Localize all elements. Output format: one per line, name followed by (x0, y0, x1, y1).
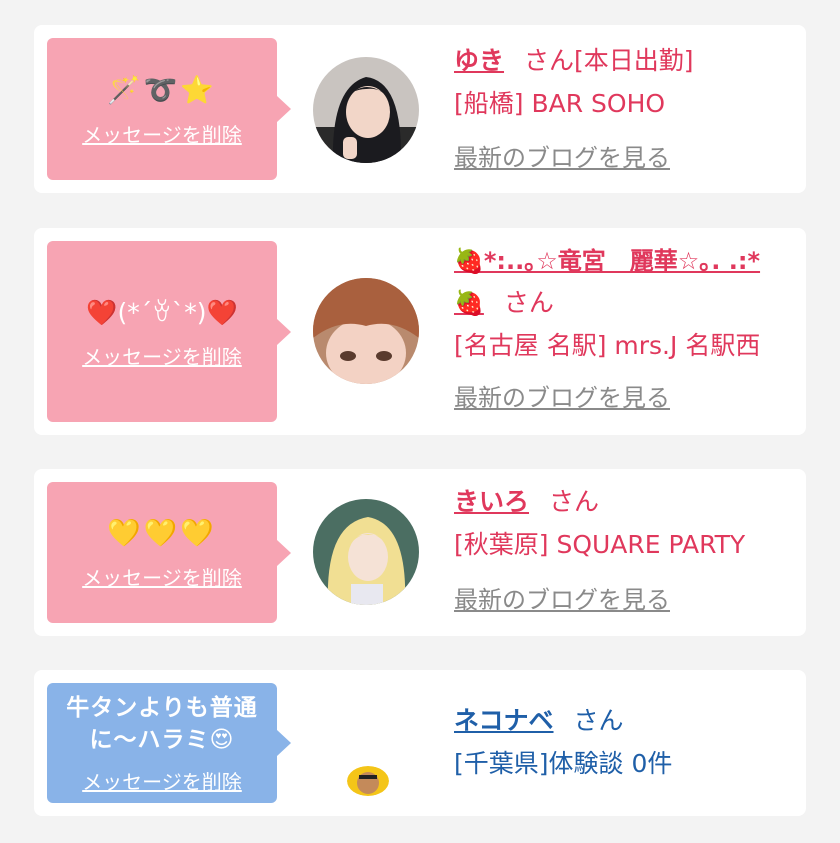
cast-info: きいろ さん [秋葉原] SQUARE PARTY 最新のブログを見る (454, 480, 796, 622)
shop-label: [船橋] BAR SOHO (454, 89, 666, 118)
message-bubble: 💛💛💛 メッセージを削除 (47, 482, 291, 623)
message-bubble: ❤️(*´ꈊ`*)❤️ メッセージを削除 (47, 241, 291, 422)
attendance-status: [本日出勤] (574, 46, 694, 75)
message-text: 🪄➰⭐ (107, 74, 217, 106)
shop-label: [秋葉原] SQUARE PARTY (454, 530, 746, 559)
cast-name-link[interactable]: 🍓*:..｡☆竜宮 麗華☆｡. .:*🍓 (454, 247, 760, 317)
avatar-photo (313, 278, 419, 384)
message-card: 🪄➰⭐ メッセージを削除 ゆき さん[本日出勤] [船橋] BAR SOHO 最新… (34, 25, 806, 193)
avatar[interactable] (347, 766, 389, 796)
message-card: ❤️(*´ꈊ`*)❤️ メッセージを削除 🍓*:..｡☆竜宮 麗華☆｡. .:*… (34, 228, 806, 435)
message-text-line2: に〜ハラミ😍 (89, 726, 235, 753)
message-text: ❤️(*´ꈊ`*)❤️ (86, 298, 238, 327)
message-card: 💛💛💛 メッセージを削除 きいろ さん [秋葉原] SQUARE PARTY 最新… (34, 469, 806, 636)
honorific: さん (573, 706, 624, 735)
blog-link[interactable]: 最新のブログを見る (454, 137, 670, 180)
avatar[interactable] (313, 278, 419, 384)
message-bubble: 🪄➰⭐ メッセージを削除 (47, 38, 291, 180)
cast-info: ゆき さん[本日出勤] [船橋] BAR SOHO 最新のブログを見る (454, 39, 796, 180)
avatar-photo (313, 499, 419, 605)
cast-info: 🍓*:..｡☆竜宮 麗華☆｡. .:*🍓 さん [名古屋 名駅] mrs.J 名駅… (454, 240, 796, 420)
cast-info: ネコナベ さん [千葉県]体験談 0件 (454, 699, 796, 785)
avatar[interactable] (313, 57, 419, 163)
honorific: さん (549, 487, 600, 516)
blog-link[interactable]: 最新のブログを見る (454, 377, 670, 420)
message-text-line1: 牛タンよりも普通 (66, 694, 258, 721)
message-bubble: 牛タンよりも普通 に〜ハラミ😍 メッセージを削除 (47, 683, 291, 803)
message-text: 💛💛💛 (107, 518, 217, 549)
reviewer-name-link[interactable]: ネコナベ (454, 706, 554, 735)
avatar[interactable] (313, 499, 419, 605)
blog-link[interactable]: 最新のブログを見る (454, 579, 670, 622)
delete-message-link[interactable]: メッセージを削除 (82, 562, 242, 591)
delete-message-link[interactable]: メッセージを削除 (82, 766, 242, 795)
honorific: さん (524, 46, 575, 75)
review-count-label: [千葉県]体験談 0件 (454, 749, 673, 778)
delete-message-link[interactable]: メッセージを削除 (82, 341, 242, 370)
honorific: さん (503, 288, 554, 317)
shop-label: [名古屋 名駅] mrs.J 名駅西 (454, 331, 761, 360)
avatar-photo (347, 766, 389, 796)
cast-name-link[interactable]: きいろ (454, 487, 529, 516)
delete-message-link[interactable]: メッセージを削除 (82, 119, 242, 148)
cast-name-link[interactable]: ゆき (454, 46, 504, 75)
avatar-photo (313, 57, 419, 163)
message-card: 牛タンよりも普通 に〜ハラミ😍 メッセージを削除 ネコナベ さん [千葉県]体験談… (34, 670, 806, 816)
